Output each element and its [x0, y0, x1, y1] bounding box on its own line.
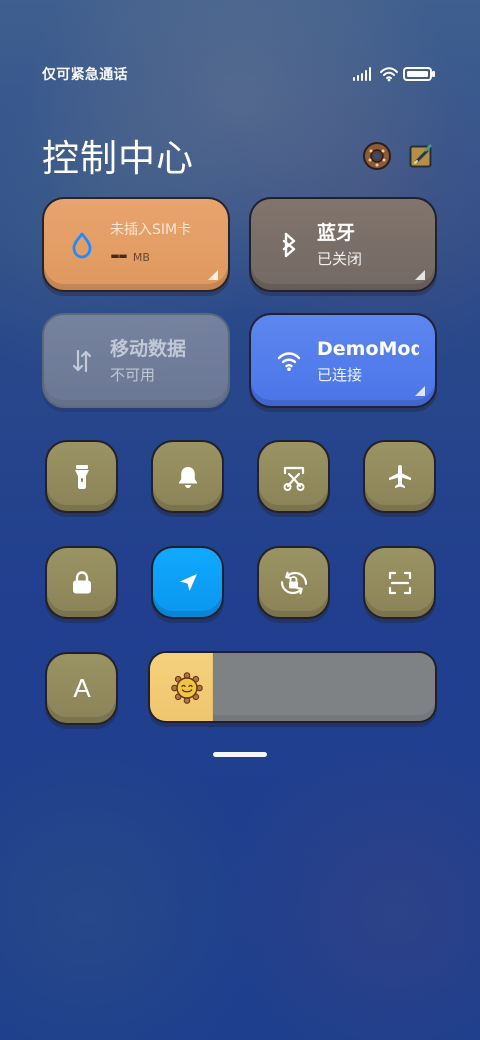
sun-icon: [171, 672, 203, 704]
mobile-card[interactable]: 未插入SIM卡 -- MB: [42, 197, 230, 292]
bluetooth-status: 已关闭: [317, 250, 363, 268]
brightness-slider[interactable]: [148, 651, 437, 723]
lock-toggle[interactable]: [45, 546, 118, 619]
flashlight-toggle[interactable]: [45, 440, 118, 513]
location-arrow-icon: [179, 573, 197, 591]
rotation-lock-icon: [280, 571, 307, 594]
wifi-status-icon: [380, 67, 398, 82]
wifi-status: 已连接: [317, 366, 363, 384]
rotation-lock-toggle[interactable]: [257, 546, 330, 619]
bluetooth-icon: [282, 232, 296, 258]
data-usage-value: --: [110, 241, 128, 265]
font-toggle-label: A: [73, 673, 91, 703]
water-drop-icon: [72, 232, 92, 259]
wifi-network-name: DemoMod: [317, 338, 419, 360]
edit-icon[interactable]: [409, 143, 435, 169]
expand-corner: [208, 270, 218, 280]
airplane-toggle[interactable]: [363, 440, 436, 513]
bluetooth-card[interactable]: 蓝牙 已关闭: [249, 197, 437, 292]
signal-icon: [353, 67, 371, 81]
screenshot-toggle[interactable]: [257, 440, 330, 513]
airplane-icon: [388, 464, 411, 488]
scissors-icon: [283, 466, 304, 491]
mobile-data-status: 不可用: [110, 366, 156, 384]
bell-toggle[interactable]: [151, 440, 224, 513]
data-transfer-icon: [72, 349, 92, 373]
data-usage: -- MB: [110, 241, 212, 265]
expand-corner: [415, 386, 425, 396]
bluetooth-card-text: 蓝牙 已关闭: [317, 221, 419, 268]
mobile-data-title: 移动数据: [110, 338, 187, 360]
font-size-toggle[interactable]: A: [45, 652, 118, 725]
battery-icon: [403, 67, 435, 81]
wifi-card-text: DemoMod 已连接: [317, 337, 419, 384]
flashlight-icon: [74, 464, 89, 489]
wifi-icon: [277, 352, 301, 371]
carrier-status: 仅可紧急通话: [42, 67, 128, 83]
font-icon: A: [73, 673, 91, 703]
scan-toggle[interactable]: [363, 546, 436, 619]
header-actions: [361, 140, 435, 176]
mobile-data-card[interactable]: 移动数据 不可用: [42, 313, 230, 408]
donut-icon[interactable]: [361, 140, 393, 172]
location-toggle[interactable]: [151, 546, 224, 619]
sim-status: 未插入SIM卡: [110, 222, 192, 238]
status-bar: 仅可紧急通话: [0, 62, 480, 92]
bell-icon: [178, 466, 197, 488]
expand-corner: [415, 270, 425, 280]
mobile-card-text: 未插入SIM卡 -- MB: [110, 221, 212, 265]
mobile-data-card-text: 移动数据 不可用: [110, 337, 212, 384]
home-indicator: [213, 752, 267, 757]
page-title: 控制中心: [42, 137, 194, 180]
data-usage-unit: MB: [132, 251, 150, 264]
wifi-card[interactable]: DemoMod 已连接: [249, 313, 437, 408]
status-icons: [352, 66, 436, 84]
scan-icon: [388, 571, 411, 594]
bluetooth-title: 蓝牙: [317, 222, 356, 244]
lock-icon: [72, 570, 91, 593]
